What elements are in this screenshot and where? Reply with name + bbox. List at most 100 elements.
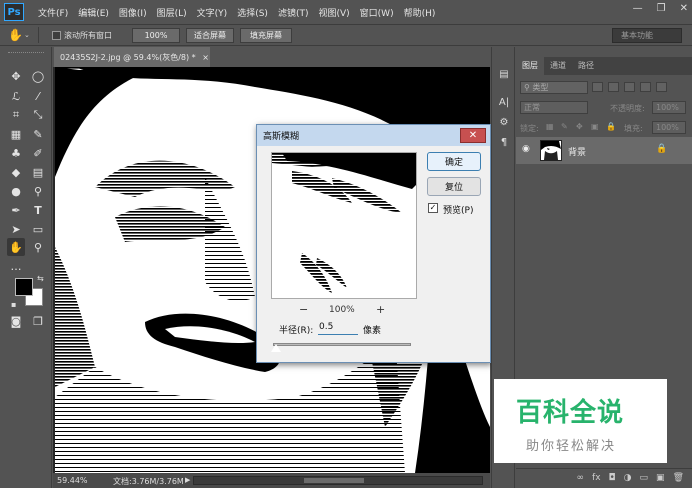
blur-icon[interactable]: ●: [7, 182, 25, 200]
dialog-title[interactable]: 高斯模糊: [257, 125, 490, 146]
fill-screen-button[interactable]: 填充屏幕: [240, 28, 292, 43]
menu-layer[interactable]: 图层(L): [157, 6, 187, 19]
brush-icon[interactable]: ✎: [29, 125, 47, 143]
menu-filter[interactable]: 滤镜(T): [278, 6, 309, 19]
minimize-button[interactable]: —: [633, 3, 643, 14]
add-mask-icon[interactable]: ◘: [609, 473, 616, 484]
default-colors-icon[interactable]: ▪: [11, 300, 16, 309]
scroll-all-windows-checkbox[interactable]: [52, 31, 61, 40]
dodge-icon[interactable]: ⚲: [29, 182, 47, 200]
preview-label: 预览(P): [443, 206, 474, 216]
menu-image[interactable]: 图像(I): [119, 6, 147, 19]
lock-position-icon[interactable]: ✥: [576, 122, 583, 131]
layer-filter-dropdown[interactable]: ⚲ 类型: [520, 81, 588, 94]
history-brush-icon[interactable]: ✐: [29, 144, 47, 162]
path-selection-icon[interactable]: ➤: [7, 220, 25, 238]
magic-wand-icon[interactable]: ⁄: [29, 87, 47, 105]
close-window-button[interactable]: ✕: [680, 3, 688, 14]
lock-pixels-icon[interactable]: ✎: [561, 122, 568, 131]
lock-all-icon[interactable]: 🔒: [606, 122, 616, 131]
adjustment-layer-icon[interactable]: ◑: [624, 473, 632, 484]
fill-field[interactable]: 100%: [652, 121, 686, 134]
link-layers-icon[interactable]: ∞: [577, 473, 585, 484]
visibility-eye-icon[interactable]: ◉: [522, 144, 530, 154]
fit-screen-button[interactable]: 适合屏幕: [186, 28, 234, 43]
ellipse-marquee-icon[interactable]: ◯: [29, 67, 47, 85]
radius-slider-track[interactable]: [273, 343, 411, 346]
character-panel-icon[interactable]: A|: [496, 95, 512, 109]
menu-type[interactable]: 文字(Y): [197, 6, 228, 19]
zoom-100-button[interactable]: 100%: [132, 28, 180, 43]
menu-view[interactable]: 视图(V): [318, 6, 349, 19]
clone-stamp-icon[interactable]: ♣: [7, 144, 25, 162]
quick-mask-icon[interactable]: ◙: [7, 312, 25, 330]
paragraph-panel-icon[interactable]: ¶: [496, 135, 512, 149]
zoom-out-icon[interactable]: −: [299, 303, 308, 316]
lasso-icon[interactable]: ℒ: [7, 87, 25, 105]
fill-label: 填充:: [624, 124, 643, 133]
crop-icon[interactable]: ⌗: [7, 106, 25, 124]
swap-colors-icon[interactable]: ⇆: [37, 274, 44, 283]
panel-grip[interactable]: [8, 52, 44, 55]
gaussian-blur-dialog: 高斯模糊 ✕ 确定 复位 ✓ 预览(P) − 100% + 半径(R): 0.5…: [256, 124, 491, 363]
foreground-color-swatch[interactable]: [15, 278, 33, 296]
healing-brush-icon[interactable]: ▦: [7, 125, 25, 143]
close-document-icon[interactable]: ×: [202, 53, 209, 62]
opacity-field[interactable]: 100%: [652, 101, 686, 114]
tab-channels[interactable]: 通道: [544, 57, 572, 75]
menu-edit[interactable]: 编辑(E): [78, 6, 109, 19]
radius-input[interactable]: 0.5: [318, 321, 358, 335]
properties-panel-icon[interactable]: ⚙: [496, 115, 512, 129]
zoom-in-icon[interactable]: +: [376, 303, 385, 316]
new-layer-icon[interactable]: ▣: [656, 473, 665, 484]
hand-tool-icon[interactable]: ✋: [7, 238, 25, 256]
scrollbar-thumb[interactable]: [304, 478, 364, 483]
lock-transparent-icon[interactable]: ▦: [546, 122, 554, 131]
layer-style-icon[interactable]: fx: [592, 473, 601, 484]
filter-shape-icon[interactable]: [640, 82, 651, 92]
gradient-icon[interactable]: ▤: [29, 163, 47, 181]
history-panel-icon[interactable]: ▤: [496, 67, 512, 81]
new-group-icon[interactable]: ▭: [640, 473, 649, 484]
menu-help[interactable]: 帮助(H): [404, 6, 436, 19]
document-tab[interactable]: 02435S2J-2.jpg @ 59.4%(灰色/8) * ×: [54, 47, 210, 67]
filter-pixel-icon[interactable]: [592, 82, 603, 92]
type-tool-icon[interactable]: T: [29, 201, 47, 219]
menu-file[interactable]: 文件(F): [38, 6, 68, 19]
menu-select[interactable]: 选择(S): [237, 6, 268, 19]
workspace-switcher[interactable]: 基本功能: [612, 28, 682, 43]
chevron-down-icon[interactable]: ⌄: [24, 31, 30, 39]
zoom-tool-icon[interactable]: ⚲: [29, 238, 47, 256]
ok-button[interactable]: 确定: [427, 152, 481, 171]
eyedropper-icon[interactable]: ⤡: [29, 106, 47, 124]
tab-paths[interactable]: 路径: [572, 57, 600, 75]
layer-lock-icon: 🔒: [656, 144, 668, 154]
screen-mode-icon[interactable]: ❐: [29, 312, 47, 330]
filter-preview[interactable]: [271, 152, 417, 299]
preview-checkbox[interactable]: ✓: [428, 203, 438, 213]
filter-smart-icon[interactable]: [656, 82, 667, 92]
zoom-level[interactable]: 59.44%: [57, 476, 88, 485]
lock-artboard-icon[interactable]: ▣: [591, 122, 599, 131]
status-arrow-icon[interactable]: ▶: [185, 476, 190, 484]
options-bar: ✋ ⌄ 滚动所有窗口 100% 适合屏幕 填充屏幕 基本功能: [0, 24, 692, 46]
reset-button[interactable]: 复位: [427, 177, 481, 196]
move-tool-icon[interactable]: ✥: [7, 67, 25, 85]
hand-tool-preset-icon[interactable]: ✋: [8, 28, 23, 42]
radius-slider-thumb[interactable]: [270, 344, 281, 352]
filter-type-icon[interactable]: [624, 82, 635, 92]
delete-layer-icon[interactable]: 🗑: [673, 473, 684, 484]
tab-layers[interactable]: 图层: [516, 57, 544, 75]
blend-mode-dropdown[interactable]: 正常: [520, 101, 588, 114]
rectangle-tool-icon[interactable]: ▭: [29, 220, 47, 238]
horizontal-scrollbar[interactable]: [193, 476, 483, 485]
filter-adjust-icon[interactable]: [608, 82, 619, 92]
dialog-close-button[interactable]: ✕: [460, 128, 486, 143]
eraser-icon[interactable]: ◆: [7, 163, 25, 181]
layer-row-background[interactable]: ◉ 背景 🔒: [516, 137, 692, 164]
menu-window[interactable]: 窗口(W): [360, 6, 394, 19]
more-tools-icon[interactable]: …: [7, 257, 25, 275]
pen-icon[interactable]: ✒: [7, 201, 25, 219]
maximize-button[interactable]: ❐: [657, 3, 666, 14]
menu-bar: Ps 文件(F) 编辑(E) 图像(I) 图层(L) 文字(Y) 选择(S) 滤…: [0, 0, 692, 24]
